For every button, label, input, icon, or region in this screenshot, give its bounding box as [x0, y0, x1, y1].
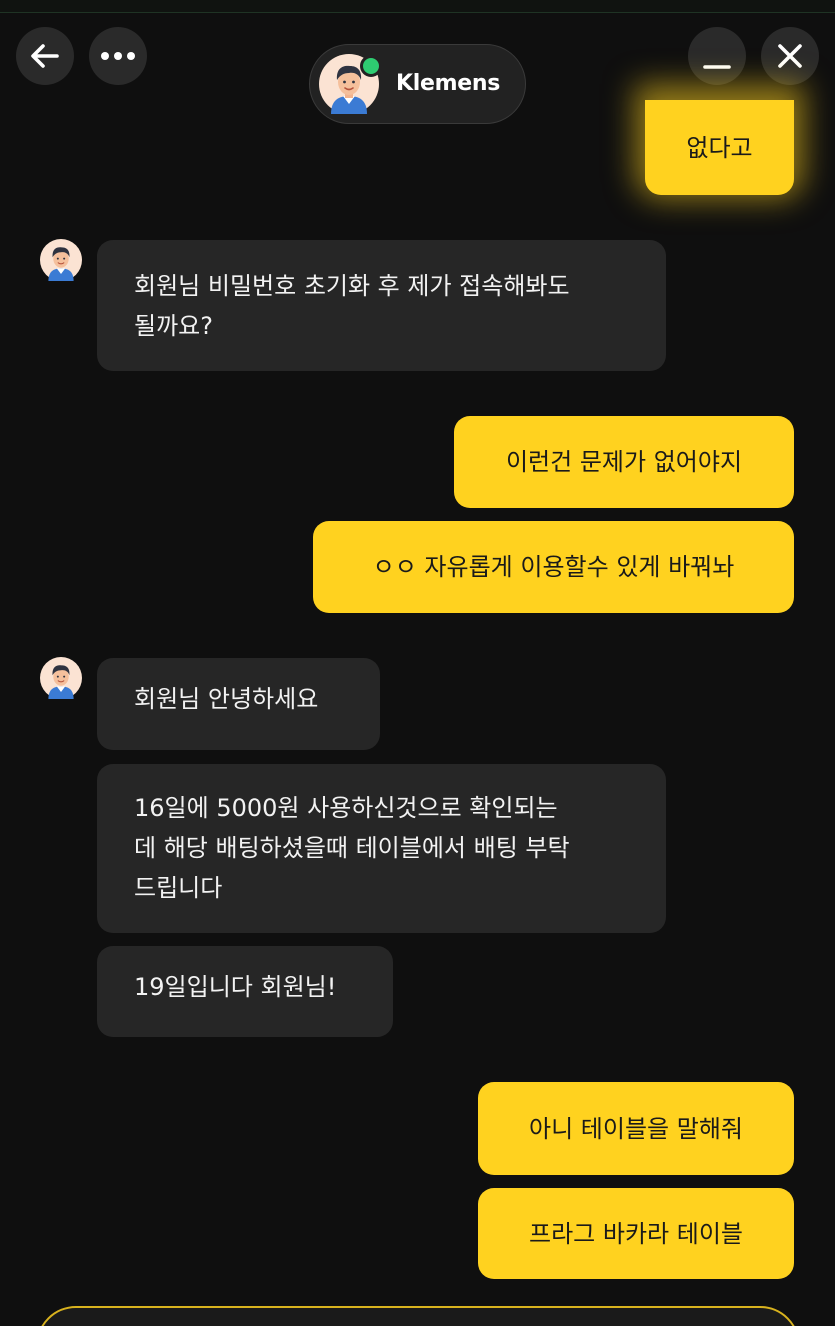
- user-message: 아니 테이블을 말해줘: [478, 1082, 794, 1175]
- back-arrow-icon: [28, 39, 62, 73]
- agent-header-pill[interactable]: Klemens: [309, 44, 526, 124]
- user-message: 이런건 문제가 없어야지: [454, 416, 794, 508]
- agent-message: 회원님 비밀번호 초기화 후 제가 접속해봐도 될까요?: [97, 240, 666, 371]
- back-button[interactable]: [16, 27, 74, 85]
- agent-message-avatar: [40, 239, 82, 281]
- close-icon: [775, 41, 805, 71]
- user-message: ㅇㅇ 자유롭게 이용할수 있게 바꿔놔: [313, 521, 794, 613]
- chat-screen: Klemens 없다고 회원님 비밀번호 초기화 후 제가 접속해봐도 될까요?…: [0, 0, 835, 1326]
- minimize-icon: [700, 39, 734, 73]
- agent-message-avatar: [40, 657, 82, 699]
- user-message: 프라그 바카라 테이블: [478, 1188, 794, 1279]
- status-bar-edge: [0, 0, 835, 13]
- more-options-button[interactable]: [89, 27, 147, 85]
- agent-message: 16일에 5000원 사용하신것으로 확인되는 데 해당 배팅하셨을때 테이블에…: [97, 764, 666, 933]
- ellipsis-icon: [100, 51, 136, 61]
- agent-message: 회원님 안녕하세요: [97, 658, 380, 750]
- user-message: 없다고: [645, 100, 794, 195]
- online-status-dot: [360, 55, 382, 77]
- agent-name: Klemens: [396, 71, 501, 96]
- close-button[interactable]: [761, 27, 819, 85]
- agent-message: 19일입니다 회원님!: [97, 946, 393, 1037]
- message-input[interactable]: [36, 1306, 800, 1326]
- minimize-button[interactable]: [688, 27, 746, 85]
